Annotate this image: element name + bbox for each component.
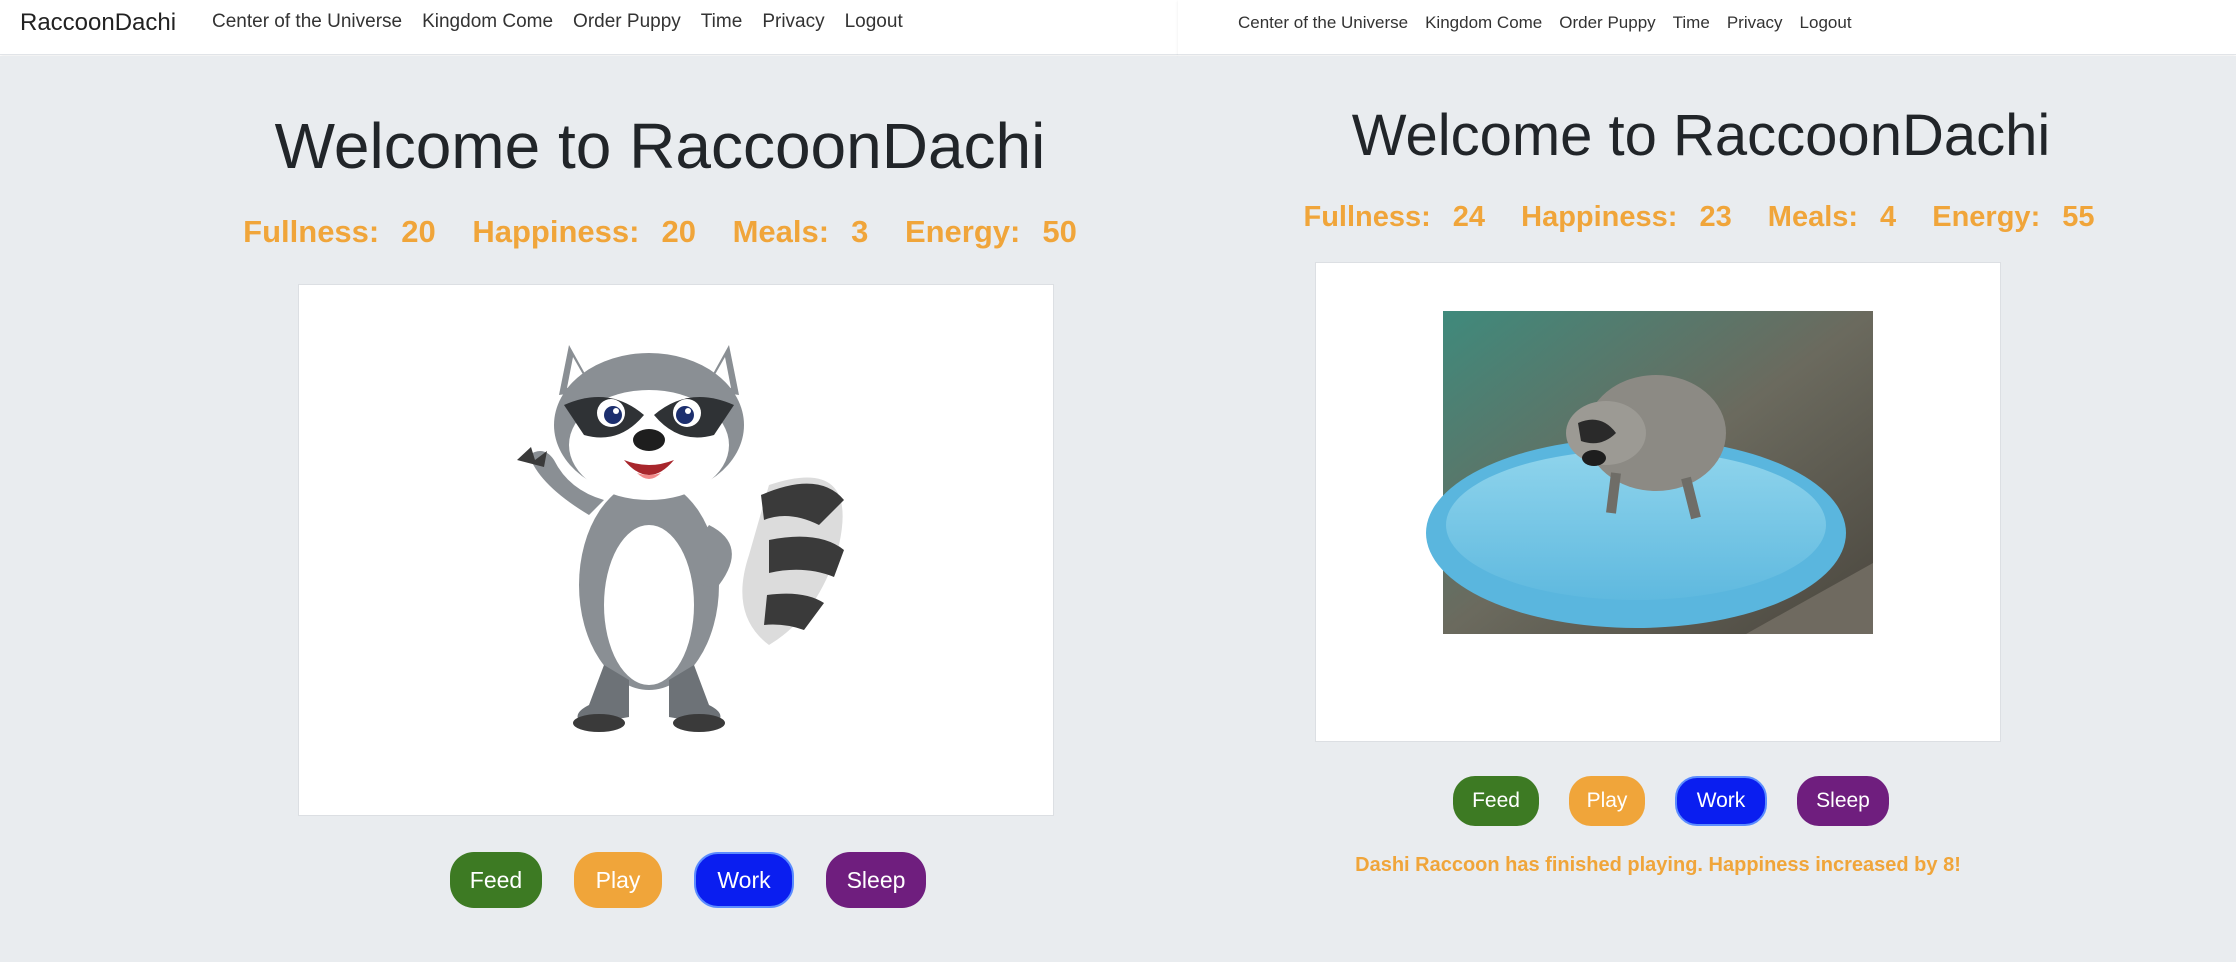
nav-link-center-of-the-universe[interactable]: Center of the Universe xyxy=(212,11,402,33)
work-button[interactable]: Work xyxy=(1675,776,1767,826)
page-title: Welcome to RaccoonDachi xyxy=(274,110,1046,182)
action-buttons: Feed Play Work Sleep xyxy=(1453,776,1889,826)
play-button[interactable]: Play xyxy=(574,852,662,908)
work-button[interactable]: Work xyxy=(694,852,794,908)
raccoon-bathing-photo xyxy=(1426,311,1873,634)
nav-link-privacy[interactable]: Privacy xyxy=(762,11,824,33)
stats-bar: Fullness: 24 Happiness: 23 Meals: 4 Energy:… xyxy=(1170,201,2228,234)
stat-value: 20 xyxy=(661,214,696,249)
feed-button[interactable]: Feed xyxy=(450,852,542,908)
nav-link-privacy[interactable]: Privacy xyxy=(1727,13,1783,33)
feed-button[interactable]: Feed xyxy=(1453,776,1539,826)
raccoon-tail xyxy=(742,477,844,645)
main-content: Welcome to RaccoonDachi Fullness: 24 Happ… xyxy=(1178,56,2236,962)
pet-image-card xyxy=(1315,262,2001,742)
nav-link-order-puppy[interactable]: Order Puppy xyxy=(1559,13,1655,33)
page-title: Welcome to RaccoonDachi xyxy=(1351,103,2051,168)
stat-label: Energy: xyxy=(904,214,1021,249)
stat-energy: Energy: 55 xyxy=(1932,201,2094,234)
brand-link[interactable]: RaccoonDachi xyxy=(20,9,176,37)
right-pane: Center of the Universe Kingdom Come Orde… xyxy=(1178,0,2236,962)
stat-label: Fullness: xyxy=(243,214,380,249)
stat-meals: Meals: 4 xyxy=(1768,201,1896,234)
main-content: Welcome to RaccoonDachi Fullness: 20 Happ… xyxy=(0,56,1178,962)
left-pane: RaccoonDachi Center of the Universe King… xyxy=(0,0,1178,962)
nav-link-order-puppy[interactable]: Order Puppy xyxy=(573,11,681,33)
stat-label: Happiness: xyxy=(1521,201,1678,233)
stat-value: 20 xyxy=(401,214,436,249)
raccoon-cartoon-image xyxy=(517,345,844,732)
stat-happiness: Happiness: 20 xyxy=(472,214,696,250)
stat-value: 50 xyxy=(1042,214,1077,249)
stat-value: 23 xyxy=(1699,201,1732,233)
stat-label: Energy: xyxy=(1932,201,2041,233)
nav-link-center-of-the-universe[interactable]: Center of the Universe xyxy=(1238,13,1408,33)
sleep-button[interactable]: Sleep xyxy=(1797,776,1889,826)
stat-energy: Energy: 50 xyxy=(905,214,1077,250)
stat-happiness: Happiness: 23 xyxy=(1521,201,1732,234)
stat-value: 24 xyxy=(1452,201,1486,233)
stat-label: Fullness: xyxy=(1303,201,1431,233)
nav-link-kingdom-come[interactable]: Kingdom Come xyxy=(1425,13,1542,33)
navbar: Center of the Universe Kingdom Come Orde… xyxy=(1178,0,2236,55)
sleep-button[interactable]: Sleep xyxy=(826,852,926,908)
nav-link-logout[interactable]: Logout xyxy=(845,11,903,33)
nav-links: Center of the Universe Kingdom Come Orde… xyxy=(212,11,903,33)
navbar: RaccoonDachi Center of the Universe King… xyxy=(0,0,1178,55)
pet-image-card xyxy=(298,284,1054,816)
stat-label: Meals: xyxy=(1767,201,1859,233)
stat-value: 55 xyxy=(2062,201,2095,233)
nav-links: Center of the Universe Kingdom Come Orde… xyxy=(1238,13,1852,33)
stat-fullness: Fullness: 20 xyxy=(243,214,436,250)
nav-link-time[interactable]: Time xyxy=(1673,13,1710,33)
play-button[interactable]: Play xyxy=(1569,776,1645,826)
stat-fullness: Fullness: 24 xyxy=(1303,201,1485,234)
stats-bar: Fullness: 20 Happiness: 20 Meals: 3 Energy:… xyxy=(71,214,1249,250)
stat-value: 4 xyxy=(1880,201,1897,233)
nav-link-logout[interactable]: Logout xyxy=(1800,13,1852,33)
nav-link-time[interactable]: Time xyxy=(701,11,743,33)
action-buttons: Feed Play Work Sleep xyxy=(450,852,926,908)
stat-meals: Meals: 3 xyxy=(733,214,869,250)
stat-label: Meals: xyxy=(732,214,830,249)
nav-link-kingdom-come[interactable]: Kingdom Come xyxy=(422,11,553,33)
stat-label: Happiness: xyxy=(472,214,640,249)
status-message: Dashi Raccoon has finished playing. Happ… xyxy=(1355,854,1961,876)
stat-value: 3 xyxy=(851,214,869,249)
